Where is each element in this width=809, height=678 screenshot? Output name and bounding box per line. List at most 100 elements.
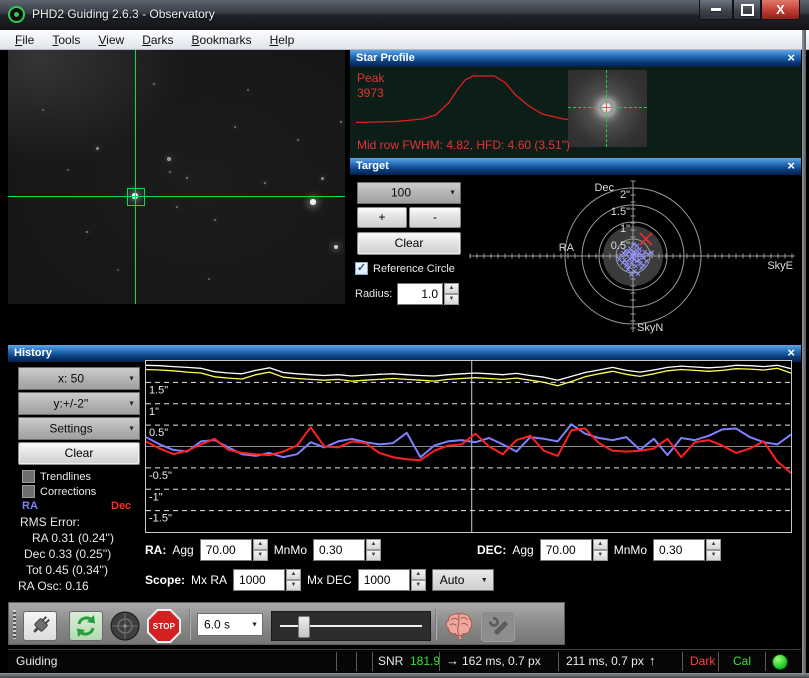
- star: [320, 176, 324, 180]
- svg-text:SkyN: SkyN: [637, 322, 663, 334]
- menu-tools[interactable]: Tools: [43, 31, 89, 49]
- snr-label: SNR: [378, 654, 404, 668]
- star: [95, 146, 99, 150]
- spin-up-icon[interactable]: ▲: [286, 569, 302, 580]
- dec-agg-spinner[interactable]: 70.00 ▲ ▼: [539, 539, 608, 561]
- star: [339, 120, 343, 124]
- spin-down-icon[interactable]: ▼: [286, 580, 302, 591]
- status-separator: [356, 652, 357, 671]
- menu-view[interactable]: View: [89, 31, 133, 49]
- dark-status: Dark: [690, 654, 716, 668]
- maximize-button[interactable]: [733, 0, 761, 20]
- star-thumbnail: [568, 70, 647, 147]
- star: [246, 88, 250, 92]
- connect-equipment-button[interactable]: [23, 611, 57, 641]
- chevron-down-icon: ▼: [128, 425, 135, 432]
- star: [85, 230, 89, 234]
- mxdec-spinner[interactable]: 1000 ▲ ▼: [357, 569, 426, 591]
- phd2-window: PHD2 Guiding 2.6.3 - Observatory X File …: [0, 0, 809, 678]
- history-close-icon[interactable]: ×: [787, 345, 795, 361]
- spin-up-icon[interactable]: ▲: [252, 539, 268, 550]
- mxra-value[interactable]: 1000: [233, 569, 286, 591]
- history-x-scale-dropdown[interactable]: x: 50 ▼: [18, 367, 140, 390]
- spin-down-icon[interactable]: ▼: [706, 550, 722, 561]
- menu-darks[interactable]: Darks: [133, 31, 182, 49]
- chevron-down-icon: ▼: [251, 621, 258, 628]
- wrench-icon: [488, 616, 508, 635]
- trendlines-checkbox[interactable]: [22, 470, 35, 483]
- menu-file[interactable]: File: [6, 31, 43, 49]
- mxra-spinner[interactable]: 1000 ▲ ▼: [233, 569, 302, 591]
- dec-agg-value[interactable]: 70.00: [539, 539, 592, 561]
- spin-down-icon[interactable]: ▼: [366, 550, 382, 561]
- history-y-scale-dropdown[interactable]: y:+/-2'' ▼: [18, 392, 140, 415]
- svg-text:2": 2": [620, 189, 630, 201]
- corrections-checkbox[interactable]: [22, 485, 35, 498]
- loop-exposures-button[interactable]: [69, 611, 103, 641]
- ra-agg-label: Agg: [172, 543, 194, 557]
- spin-down-icon[interactable]: ▼: [410, 580, 426, 591]
- trendlines-label: Trendlines: [40, 470, 91, 483]
- menu-help[interactable]: Help: [261, 31, 304, 49]
- slider-thumb[interactable]: [298, 616, 310, 638]
- star: [233, 125, 237, 129]
- loop-arrows-icon: [77, 615, 95, 637]
- starfield-image[interactable]: [8, 50, 345, 304]
- ra-agg-value[interactable]: 70.00: [199, 539, 252, 561]
- exposure-dropdown[interactable]: 6.0 s ▼: [197, 613, 263, 636]
- ra-mnmo-value[interactable]: 0.30: [313, 539, 366, 561]
- star-tracking-box: [127, 188, 145, 206]
- dec-mnmo-label: MnMo: [613, 543, 648, 557]
- svg-text:1": 1": [620, 223, 630, 235]
- camera-settings-button[interactable]: [481, 611, 515, 642]
- spin-down-icon[interactable]: ▼: [592, 550, 608, 561]
- chevron-down-icon: ▼: [480, 577, 488, 584]
- minimize-icon: [711, 8, 721, 11]
- star: [152, 82, 156, 86]
- usb-plug-icon: [33, 616, 50, 633]
- history-clear-button[interactable]: Clear: [18, 442, 140, 465]
- svg-text:1": 1": [149, 406, 159, 418]
- spin-up-icon[interactable]: ▲: [592, 539, 608, 550]
- spin-up-icon[interactable]: ▲: [366, 539, 382, 550]
- menu-bookmarks[interactable]: Bookmarks: [183, 31, 261, 49]
- dec-mnmo-value[interactable]: 0.30: [653, 539, 706, 561]
- toolbar-grip[interactable]: [13, 610, 16, 639]
- ra-agg-spinner[interactable]: 70.00 ▲ ▼: [199, 539, 268, 561]
- close-button[interactable]: X: [761, 0, 800, 20]
- target-scatter-plot: 2"1.5"1"0.5"DecRASkyESkyN: [469, 180, 795, 334]
- connection-led-icon: [772, 654, 788, 670]
- ra-osc-value: RA Osc: 0.16: [18, 579, 89, 593]
- guide-image-panel[interactable]: [8, 50, 345, 345]
- star-profile-titlebar[interactable]: Star Profile ×: [350, 50, 801, 67]
- corrections-row: Corrections: [22, 485, 96, 498]
- target-titlebar[interactable]: Target ×: [350, 158, 801, 175]
- target-close-icon[interactable]: ×: [787, 158, 795, 174]
- chevron-down-icon: ▼: [128, 375, 135, 382]
- begin-guiding-button[interactable]: [108, 611, 142, 641]
- ra-mnmo-spinner[interactable]: 0.30 ▲ ▼: [313, 539, 382, 561]
- stop-button[interactable]: STOP: [147, 609, 181, 643]
- menu-bar: File Tools View Darks Bookmarks Help: [0, 30, 809, 50]
- rms-dec-value: Dec 0.33 (0.25''): [24, 547, 112, 561]
- advanced-settings-button[interactable]: [443, 611, 475, 641]
- history-settings-dropdown[interactable]: Settings ▼: [18, 417, 140, 440]
- dec-legend-label[interactable]: Dec: [111, 500, 131, 512]
- star: [116, 268, 120, 272]
- spin-down-icon[interactable]: ▼: [252, 550, 268, 561]
- minimize-button[interactable]: [699, 0, 733, 20]
- ra-legend-label[interactable]: RA: [22, 500, 38, 512]
- window-titlebar[interactable]: PHD2 Guiding 2.6.3 - Observatory X: [0, 0, 809, 30]
- trendlines-row: Trendlines: [22, 470, 91, 483]
- spin-up-icon[interactable]: ▲: [410, 569, 426, 580]
- stretch-slider[interactable]: [271, 611, 431, 641]
- window-frame-bottom: [0, 673, 809, 678]
- spin-up-icon[interactable]: ▲: [706, 539, 722, 550]
- mxdec-value[interactable]: 1000: [357, 569, 410, 591]
- status-separator: [718, 652, 719, 671]
- toolbar-separator: [189, 609, 191, 640]
- svg-text:-0.5": -0.5": [149, 470, 172, 482]
- dec-mnmo-spinner[interactable]: 0.30 ▲ ▼: [653, 539, 722, 561]
- star-profile-close-icon[interactable]: ×: [787, 50, 795, 66]
- dec-guide-mode-dropdown[interactable]: Auto ▼: [431, 569, 494, 591]
